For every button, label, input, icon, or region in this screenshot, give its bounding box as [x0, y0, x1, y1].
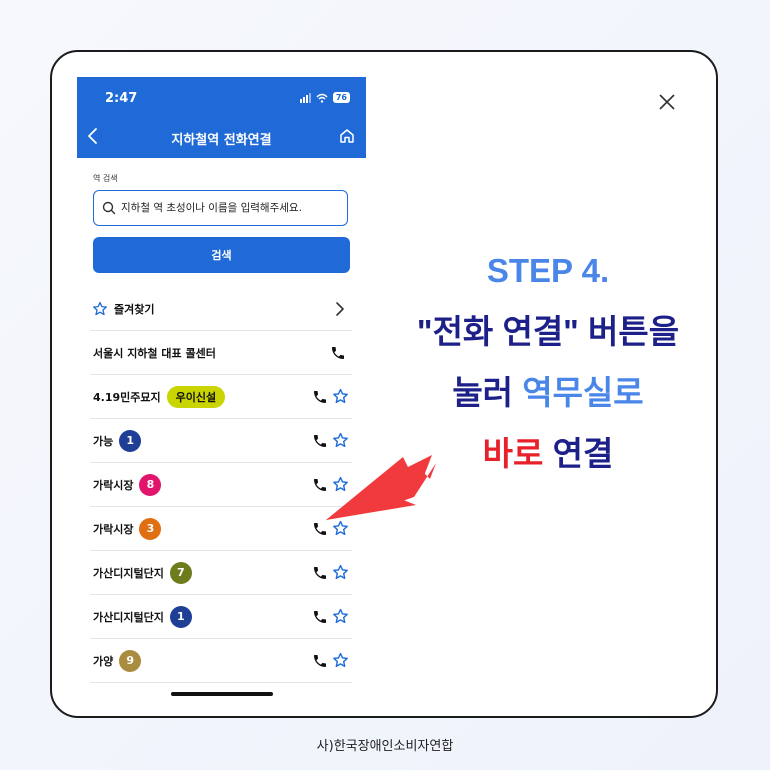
- line-badge: 우이신설: [166, 385, 226, 408]
- star-outline-icon[interactable]: [332, 388, 349, 405]
- battery-indicator: 76: [332, 92, 350, 103]
- station-name: 가양: [93, 654, 114, 668]
- station-name: 가능: [93, 434, 114, 448]
- station-name: 가락시장: [93, 522, 134, 536]
- line-badge: 8: [139, 473, 162, 496]
- line-badge: 7: [169, 561, 192, 584]
- call-center-row: 서울시 지하철 대표 콜센터: [90, 331, 352, 375]
- status-time: 2:47: [105, 91, 138, 106]
- station-name: 가락시장: [93, 478, 134, 492]
- star-outline-icon[interactable]: [332, 608, 349, 625]
- station-row[interactable]: 4.19민주묘지 우이신설: [90, 375, 352, 419]
- phone-icon[interactable]: [312, 609, 328, 625]
- instruction-highlight-red: 바로: [482, 435, 544, 472]
- search-icon: [102, 201, 116, 215]
- station-row[interactable]: 가락시장 3: [90, 507, 352, 551]
- line-badge: 3: [139, 517, 162, 540]
- search-button[interactable]: 검색: [93, 237, 350, 273]
- home-icon[interactable]: [338, 127, 356, 149]
- chevron-right-icon[interactable]: [334, 301, 346, 317]
- home-indicator: [171, 692, 273, 696]
- instruction-highlight: 역무실로: [522, 374, 644, 411]
- star-outline-icon: [93, 301, 107, 315]
- star-outline-icon[interactable]: [332, 564, 349, 581]
- call-center-label: 서울시 지하철 대표 콜센터: [93, 346, 216, 360]
- station-row[interactable]: 가산디지털단지 1: [90, 595, 352, 639]
- phone-icon[interactable]: [312, 389, 328, 405]
- line-badge: 1: [119, 429, 142, 452]
- app-header: 2:47 76 지하철역 전화연결: [77, 77, 366, 158]
- close-icon[interactable]: [655, 90, 679, 114]
- station-name: 가산디지털단지: [93, 610, 164, 624]
- phone-icon[interactable]: [312, 565, 328, 581]
- pointer-arrow: [326, 455, 436, 520]
- station-name: 가산디지털단지: [93, 566, 164, 580]
- status-icons: 76: [299, 92, 350, 103]
- phone-screenshot: 2:47 76 지하철역 전화연결 역 검색 검색 즐겨찾기 서울시 지하철 대…: [77, 77, 366, 704]
- footer-credit: 사)한국장애인소비자연합: [316, 739, 454, 754]
- search-field[interactable]: [93, 190, 348, 226]
- line-badge: 1: [169, 605, 192, 628]
- station-list: 즐겨찾기 서울시 지하철 대표 콜센터 4.19민주묘지 우이신설가능 1 가락시장 8…: [90, 287, 352, 683]
- signal-icon: [299, 92, 311, 103]
- line-badge: 9: [119, 649, 142, 672]
- instruction-text: 연결: [552, 435, 614, 472]
- instruction-line-3: 눌러 역무실로: [376, 373, 720, 413]
- instruction-text: 눌러: [452, 374, 514, 411]
- step-label: STEP 4.: [486, 252, 610, 289]
- station-row[interactable]: 가능 1: [90, 419, 352, 463]
- page-title: 지하철역 전화연결: [171, 133, 272, 148]
- search-label: 역 검색: [93, 174, 118, 183]
- search-input[interactable]: [121, 202, 341, 214]
- station-row[interactable]: 가양 9: [90, 639, 352, 683]
- station-row[interactable]: 가락시장 8: [90, 463, 352, 507]
- phone-icon[interactable]: [330, 345, 346, 361]
- instruction-line-2: "전화 연결" 버튼을: [416, 313, 680, 350]
- favorites-row[interactable]: 즐겨찾기: [90, 287, 352, 331]
- phone-icon[interactable]: [312, 653, 328, 669]
- star-outline-icon[interactable]: [332, 652, 349, 669]
- favorites-label: 즐겨찾기: [114, 302, 155, 316]
- wifi-icon: [316, 93, 328, 103]
- station-row[interactable]: 가산디지털단지 7: [90, 551, 352, 595]
- station-name: 4.19민주묘지: [93, 390, 161, 404]
